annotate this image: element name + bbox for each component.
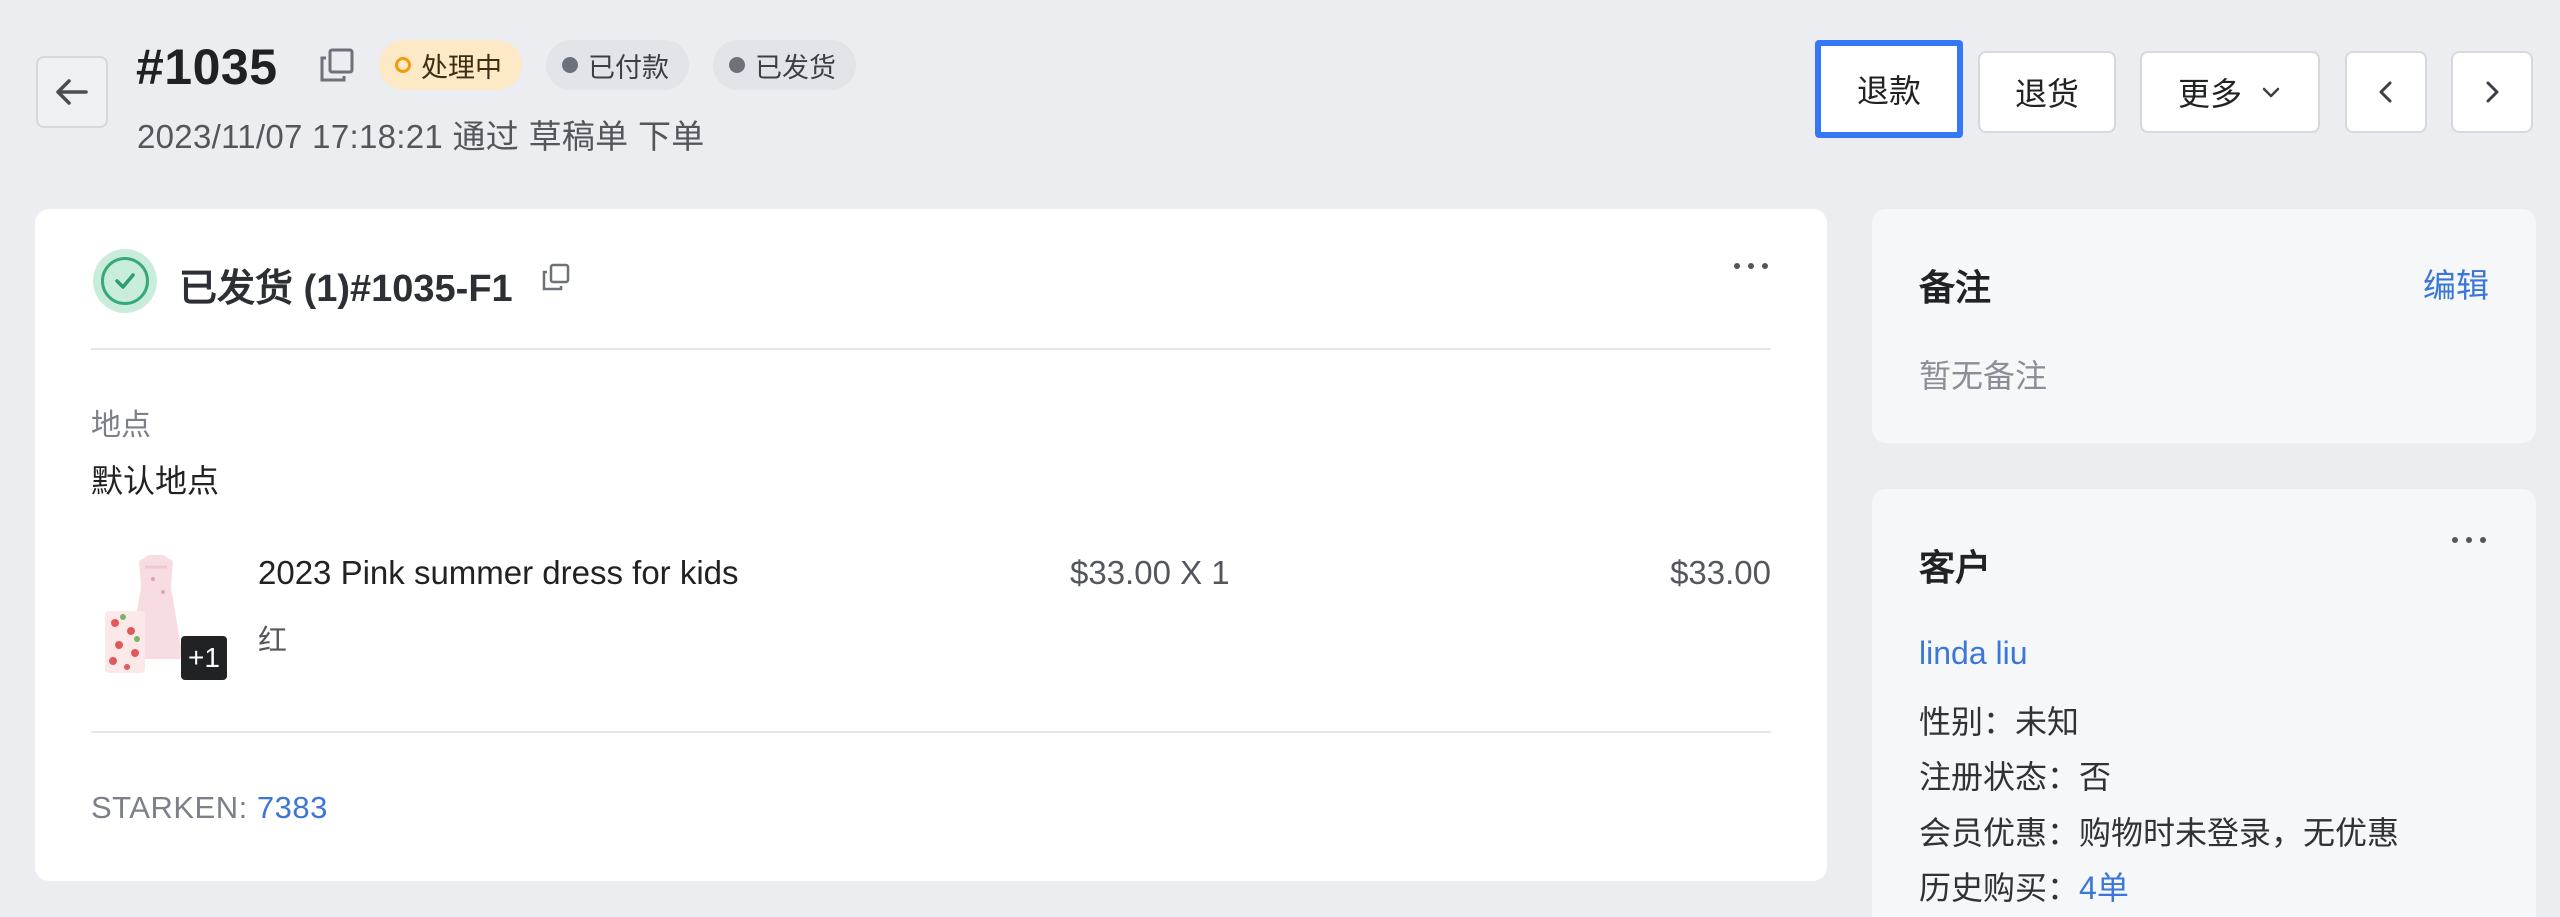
status-badge-label: 已付款 (588, 52, 669, 83)
customer-register-label: 注册状态： (1919, 759, 2080, 795)
customer-title: 客户 (1919, 547, 1992, 588)
chevron-down-icon (2262, 87, 2280, 98)
customer-gender-label: 性别： (1919, 704, 2016, 740)
customer-member-row: 会员优惠：购物时未登录，无优惠 (1919, 808, 2399, 854)
product-name[interactable]: 2023 Pink summer dress for kids (258, 554, 739, 592)
more-actions-label: 更多 (2177, 76, 2242, 112)
fulfillment-card: 已发货 (1)#1035-F1 地点 默认地点 +1 2023 Pink sum… (35, 209, 1827, 881)
customer-register-row: 注册状态：否 (1919, 752, 2111, 798)
back-button[interactable] (36, 56, 108, 128)
copy-fulfillment-button[interactable] (541, 262, 571, 297)
extra-items-badge: +1 (181, 636, 227, 680)
back-arrow-icon (56, 79, 88, 105)
return-button[interactable]: 退货 (1978, 51, 2116, 133)
chevron-right-icon (2486, 81, 2499, 103)
check-icon (115, 273, 135, 289)
tracking-number-link[interactable]: 7383 (257, 790, 328, 825)
customer-card: 客户 linda liu 性别：未知 注册状态：否 会员优惠：购物时未登录，无优… (1872, 489, 2536, 917)
product-total-price: $33.00 (1670, 554, 1771, 591)
more-horizontal-icon (2452, 537, 2486, 543)
divider (91, 348, 1771, 350)
status-badge-shipped: 已发货 (713, 40, 856, 90)
tracking-carrier: STARKEN: (91, 790, 248, 825)
check-ring (101, 257, 149, 305)
location-label: 地点 (91, 409, 151, 442)
customer-gender-row: 性别：未知 (1919, 697, 2079, 743)
fulfillment-more-button[interactable] (1731, 259, 1771, 278)
chevron-left-icon (2379, 81, 2392, 103)
status-badge-paid: 已付款 (546, 40, 689, 90)
customer-history-link[interactable]: 4单 (2079, 870, 2129, 906)
product-unit-price: $33.00 X 1 (1070, 554, 1230, 591)
tracking-info: STARKEN: 7383 (91, 790, 328, 826)
customer-more-button[interactable] (2449, 533, 2489, 552)
refund-button[interactable]: 退款 (1815, 40, 1963, 138)
customer-register-value: 否 (2079, 759, 2112, 795)
fulfilled-status-icon-wrap (93, 249, 157, 313)
previous-order-button[interactable] (2345, 51, 2427, 133)
notes-title: 备注 (1919, 267, 1992, 308)
customer-history-row: 历史购买：4单 (1919, 863, 2129, 909)
product-variant: 红 (258, 625, 288, 657)
notes-empty-text: 暂无备注 (1919, 358, 2048, 394)
order-subtitle: 2023/11/07 17:18:21 通过 草稿单 下单 (137, 118, 705, 155)
customer-member-value: 购物时未登录，无优惠 (2079, 815, 2400, 851)
customer-gender-value: 未知 (2015, 704, 2080, 740)
status-dot (729, 57, 745, 73)
status-badge-label: 处理中 (421, 52, 502, 83)
customer-history-label: 历史购买： (1919, 870, 2080, 906)
fulfillment-title: 已发货 (1)#1035-F1 (179, 268, 513, 310)
more-actions-button[interactable]: 更多 (2140, 51, 2320, 133)
divider (91, 731, 1771, 733)
status-dot (395, 57, 411, 73)
notes-card: 备注 编辑 暂无备注 (1872, 209, 2536, 443)
status-badge-processing: 处理中 (379, 40, 522, 90)
next-order-button[interactable] (2451, 51, 2533, 133)
customer-name-link[interactable]: linda liu (1919, 635, 2028, 672)
customer-member-label: 会员优惠： (1919, 815, 2080, 851)
more-horizontal-icon (1734, 263, 1768, 269)
copy-order-button[interactable] (318, 46, 356, 89)
copy-icon (320, 48, 354, 82)
location-value: 默认地点 (91, 463, 220, 499)
order-number: #1035 (136, 39, 278, 95)
status-badge-label: 已发货 (755, 52, 836, 83)
status-dot (562, 57, 578, 73)
edit-notes-link[interactable]: 编辑 (2423, 259, 2489, 307)
copy-icon (542, 263, 570, 291)
